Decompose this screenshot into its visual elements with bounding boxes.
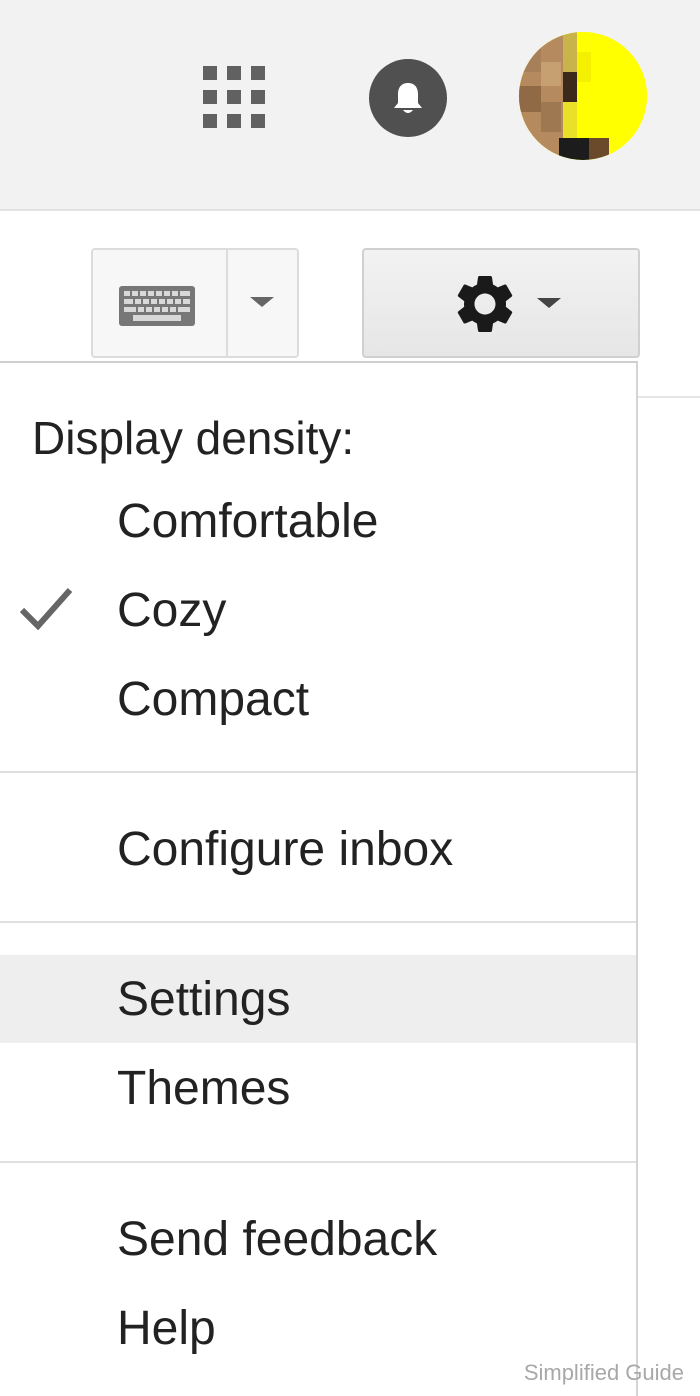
settings-button[interactable] — [362, 248, 640, 358]
input-tools-group — [91, 248, 299, 358]
menu-item-help[interactable]: Help — [0, 1284, 636, 1372]
input-tools-button[interactable] — [93, 250, 226, 356]
menu-item-settings[interactable]: Settings — [0, 955, 636, 1043]
chevron-down-icon — [537, 298, 561, 308]
menu-item-label: Settings — [117, 973, 291, 1026]
menu-item-label: Compact — [117, 673, 310, 726]
avatar[interactable] — [519, 32, 647, 160]
menu-divider — [0, 1161, 636, 1163]
menu-item-label: Cozy — [117, 584, 227, 637]
notifications-button[interactable] — [369, 59, 447, 137]
menu-item-cozy[interactable]: Cozy — [0, 566, 636, 654]
divider — [637, 396, 700, 398]
input-tools-dropdown[interactable] — [228, 250, 297, 356]
menu-item-send-feedback[interactable]: Send feedback — [0, 1195, 636, 1283]
menu-item-label: Send feedback — [117, 1213, 438, 1266]
bell-icon — [394, 83, 422, 113]
menu-item-themes[interactable]: Themes — [0, 1044, 636, 1132]
menu-item-comfortable[interactable]: Comfortable — [0, 477, 636, 565]
menu-divider — [0, 771, 636, 773]
gmail-page: Display density: Comfortable Cozy Compac… — [0, 0, 700, 1396]
menu-item-configure-inbox[interactable]: Configure inbox — [0, 805, 636, 893]
gear-icon — [457, 276, 513, 332]
density-heading: Display density: — [32, 412, 355, 464]
menu-item-label: Themes — [117, 1062, 291, 1115]
menu-divider — [0, 921, 636, 923]
menu-item-compact[interactable]: Compact — [0, 655, 636, 743]
settings-menu: Display density: Comfortable Cozy Compac… — [0, 361, 638, 1396]
menu-item-label: Help — [117, 1302, 216, 1355]
menu-item-label: Configure inbox — [117, 823, 454, 876]
menu-item-label: Comfortable — [117, 495, 379, 548]
apps-grid-icon[interactable] — [203, 66, 265, 128]
top-header — [0, 0, 700, 211]
keyboard-icon — [119, 286, 195, 326]
watermark: Simplified Guide — [523, 1360, 684, 1385]
checkmark-icon — [20, 588, 72, 630]
chevron-down-icon — [250, 297, 274, 307]
